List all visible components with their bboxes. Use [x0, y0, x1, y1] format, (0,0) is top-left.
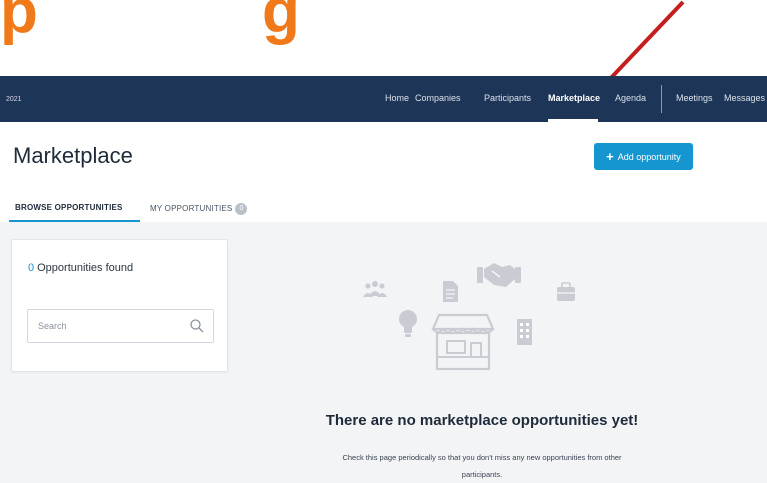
- tab-count-badge: 0: [235, 203, 248, 215]
- nav-divider: [661, 85, 662, 113]
- add-opportunity-button[interactable]: + Add opportunity: [594, 143, 693, 170]
- headline-part-2: g: [262, 0, 301, 46]
- empty-state-title: There are no marketplace opportunities y…: [325, 412, 639, 429]
- empty-state-description: Check this page periodically so that you…: [282, 449, 682, 483]
- empty-state-illustration: [363, 263, 575, 371]
- filter-card: 0 Opportunities found Search: [11, 239, 228, 372]
- nav-item-messages[interactable]: Messages: [724, 93, 765, 103]
- empty-state-line-2: participants.: [461, 470, 503, 479]
- headline-part-1: p: [0, 0, 39, 46]
- event-year: 2021: [6, 96, 22, 103]
- page-title: Marketplace: [13, 143, 133, 168]
- briefcase-icon: [557, 282, 575, 301]
- tab-bar: BROWSE OPPORTUNITIES MY OPPORTUNITIES 0: [0, 192, 767, 222]
- nav-item-marketplace[interactable]: Marketplace: [548, 93, 600, 103]
- people-icon: [363, 281, 387, 297]
- nav-item-companies[interactable]: Companies: [415, 93, 461, 103]
- results-summary: 0 Opportunities found: [28, 262, 133, 274]
- market-stall-icon: [431, 313, 495, 371]
- lightbulb-icon: [399, 310, 417, 337]
- results-count: 0: [28, 262, 35, 274]
- tab-browse-opportunities[interactable]: BROWSE OPPORTUNITIES: [15, 203, 123, 212]
- add-opportunity-label: Add opportunity: [617, 151, 681, 162]
- tab-my-opportunities[interactable]: MY OPPORTUNITIES 0: [150, 203, 248, 215]
- nav-active-indicator: [548, 119, 598, 122]
- results-label: Opportunities found: [37, 262, 134, 274]
- nav-item-home[interactable]: Home: [385, 93, 409, 103]
- top-navbar: 2021 Home Companies Participants Marketp…: [0, 76, 767, 122]
- building-icon: [517, 319, 532, 345]
- search-placeholder: Search: [38, 321, 67, 331]
- search-input[interactable]: Search: [27, 309, 214, 343]
- nav-item-agenda[interactable]: Agenda: [615, 93, 646, 103]
- plus-icon: +: [606, 149, 614, 164]
- handshake-icon: [477, 263, 521, 287]
- nav-item-participants[interactable]: Participants: [484, 93, 531, 103]
- document-icon: [443, 281, 458, 302]
- search-icon[interactable]: [189, 318, 205, 334]
- nav-item-meetings[interactable]: Meetings: [676, 93, 713, 103]
- tab-my-opportunities-label: MY OPPORTUNITIES: [150, 204, 233, 214]
- empty-state-line-1: Check this page periodically so that you…: [342, 453, 622, 462]
